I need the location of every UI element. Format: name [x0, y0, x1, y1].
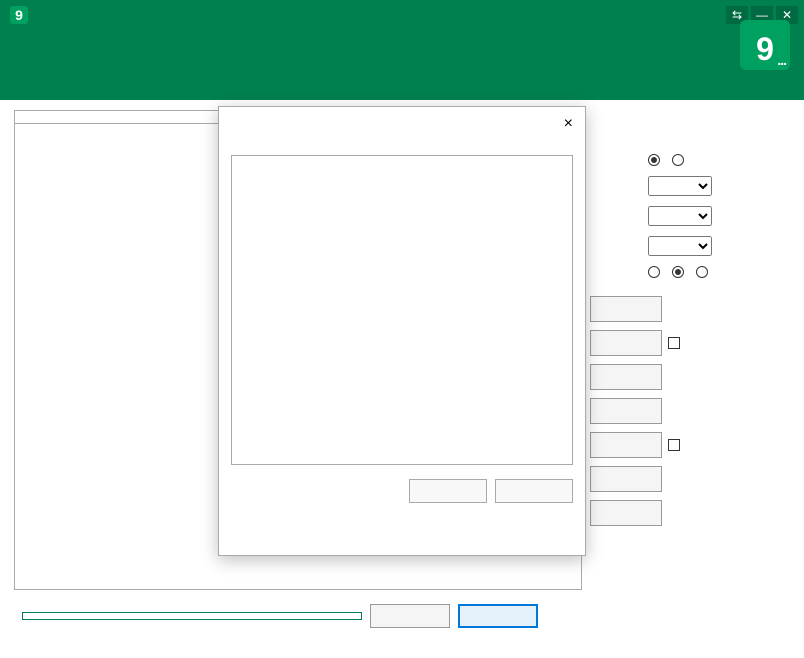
register-button[interactable]: [590, 500, 662, 526]
add-file-button[interactable]: [590, 296, 662, 322]
radio-small[interactable]: [696, 266, 710, 278]
brand-logo: 9: [740, 20, 790, 70]
start-convert-button[interactable]: [590, 432, 662, 458]
dialog-subtitle: [219, 141, 585, 155]
radio-medium[interactable]: [672, 266, 686, 278]
browse-folder-dialog: ×: [218, 106, 586, 556]
output-path-field[interactable]: [22, 612, 362, 620]
remove-file-button[interactable]: [590, 364, 662, 390]
about-button[interactable]: [590, 466, 662, 492]
dialog-cancel-button[interactable]: [495, 479, 573, 503]
dialog-ok-button[interactable]: [409, 479, 487, 503]
no-stitch-checkbox[interactable]: [668, 439, 682, 451]
radio-wps[interactable]: [672, 154, 686, 166]
include-subdir-checkbox[interactable]: [668, 337, 682, 349]
rows-select[interactable]: [648, 206, 712, 226]
radio-msoffice[interactable]: [648, 154, 662, 166]
format-select[interactable]: [648, 176, 712, 196]
dialog-close-icon[interactable]: ×: [564, 115, 573, 133]
change-dir-button[interactable]: [458, 604, 538, 628]
view-result-button[interactable]: [370, 604, 450, 628]
add-dir-button[interactable]: [590, 330, 662, 356]
folder-tree[interactable]: [231, 155, 573, 465]
app-logo-small: 9: [10, 6, 28, 24]
cols-select[interactable]: [648, 236, 712, 256]
radio-large[interactable]: [648, 266, 662, 278]
clear-list-button[interactable]: [590, 398, 662, 424]
